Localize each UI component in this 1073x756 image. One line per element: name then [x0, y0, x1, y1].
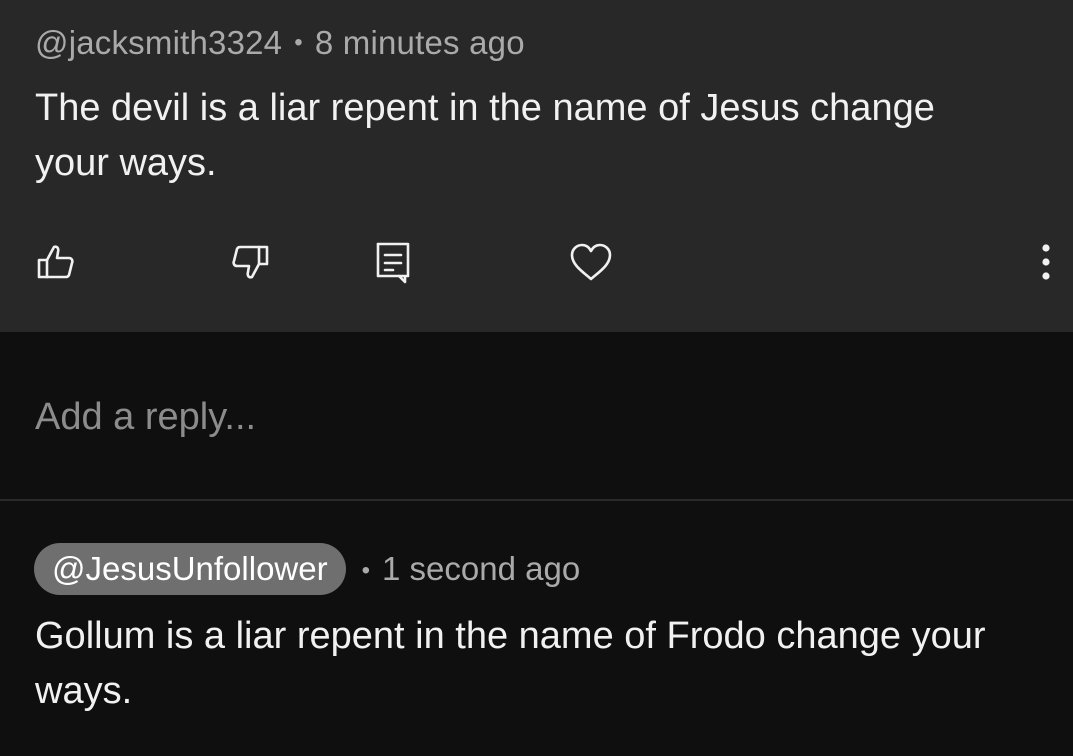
comment-meta: @jacksmith3324 • 8 minutes ago [35, 24, 525, 62]
comment-text: The devil is a liar repent in the name o… [35, 87, 935, 184]
reply-timestamp: 1 second ago [382, 550, 581, 587]
reply-author-chip[interactable]: @JesusUnfollower [34, 543, 346, 595]
thumbs-up-icon [36, 242, 76, 282]
reply-button[interactable] [363, 232, 423, 292]
reply-comment: @JesusUnfollower • 1 second ago Gollum is … [0, 501, 1073, 756]
comments-page: @jacksmith3324 • 8 minutes ago The devil i… [0, 0, 1073, 756]
dislike-button[interactable] [220, 232, 280, 292]
comment-icon [373, 240, 413, 284]
reply-text: Gollum is a liar repent in the name of F… [35, 615, 986, 712]
comment-timestamp: 8 minutes ago [314, 24, 525, 61]
comment-author[interactable]: @jacksmith3324 [35, 24, 282, 61]
like-button[interactable] [26, 232, 86, 292]
reply-composer [0, 332, 1073, 500]
meta-separator: • [361, 557, 371, 584]
heart-button[interactable] [561, 232, 621, 292]
more-options-button[interactable] [1016, 232, 1073, 292]
comment-card: @jacksmith3324 • 8 minutes ago The devil i… [0, 0, 1073, 332]
reply-meta: @JesusUnfollower • 1 second ago [34, 543, 580, 595]
more-vertical-icon [1040, 242, 1052, 282]
thumbs-down-icon [230, 242, 270, 282]
heart-icon [569, 242, 613, 282]
comment-action-bar [0, 232, 1073, 292]
reply-input[interactable] [35, 392, 1035, 442]
meta-separator: • [294, 29, 303, 56]
